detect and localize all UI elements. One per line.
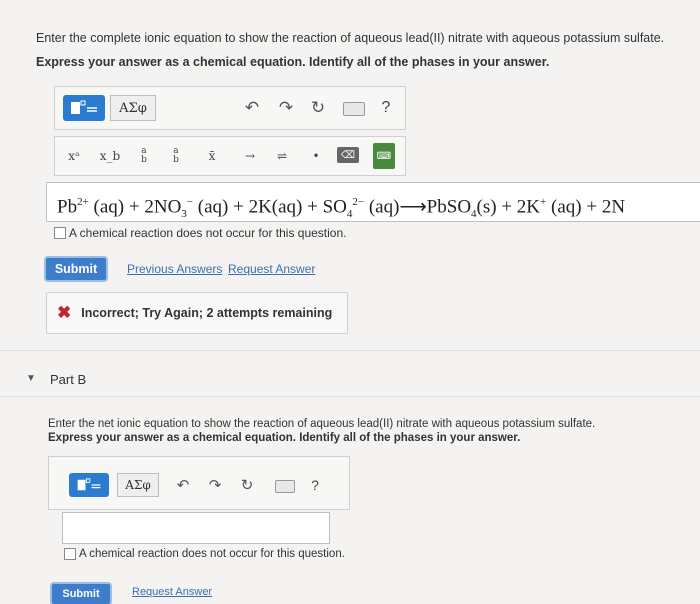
redo-icon[interactable]: ↷ bbox=[205, 475, 225, 495]
templates-icon[interactable] bbox=[69, 473, 109, 497]
greek-symbols-button[interactable]: ΑΣφ bbox=[110, 95, 156, 121]
delete-icon[interactable]: ⌫ bbox=[337, 147, 359, 163]
fraction-button[interactable]: ab bbox=[133, 143, 155, 169]
part-b-answer-field[interactable] bbox=[62, 512, 330, 544]
help-icon[interactable]: ? bbox=[307, 475, 323, 495]
no-reaction-label: A chemical reaction does not occur for t… bbox=[79, 548, 345, 560]
greek-symbols-button[interactable]: ΑΣφ bbox=[117, 473, 159, 497]
request-answer-link-b[interactable]: Request Answer bbox=[132, 586, 212, 598]
part-b-toolbar: ΑΣφ ↶ ↷ ↻ ? bbox=[48, 456, 350, 510]
previous-answers-link[interactable]: Previous Answers bbox=[127, 262, 222, 276]
collapse-chevron-icon[interactable]: ▼ bbox=[26, 373, 36, 384]
section-divider-2 bbox=[0, 396, 700, 397]
part-a-toolbar: ΑΣφ ↶ ↷ ↻ ? bbox=[54, 86, 406, 130]
arrow-button[interactable]: → bbox=[239, 145, 261, 167]
part-b-instruction: Express your answer as a chemical equati… bbox=[48, 432, 521, 444]
no-reaction-checkbox-b[interactable]: A chemical reaction does not occur for t… bbox=[64, 548, 345, 560]
symbol-palette: xᵃ x_b ab ab x̄ → ⇌ • ⌫ ⌨ bbox=[54, 136, 406, 176]
checkbox-box[interactable] bbox=[64, 548, 76, 560]
feedback-box: ✖ Incorrect; Try Again; 2 attempts remai… bbox=[46, 292, 348, 334]
keyboard-toggle-icon[interactable]: ⌨ bbox=[373, 143, 395, 169]
help-icon[interactable]: ? bbox=[377, 97, 395, 119]
equilibrium-button[interactable]: ⇌ bbox=[271, 145, 293, 167]
templates-icon[interactable] bbox=[63, 95, 105, 121]
keyboard-icon[interactable] bbox=[343, 102, 365, 116]
fraction-button-2[interactable]: ab bbox=[165, 143, 187, 169]
redo-icon[interactable]: ↷ bbox=[275, 97, 297, 119]
reset-icon[interactable]: ↻ bbox=[237, 475, 257, 495]
section-divider bbox=[0, 350, 700, 351]
part-a-answer-field[interactable]: Pb2+ (aq) + 2NO3− (aq) + 2K(aq) + SO42− … bbox=[46, 182, 700, 222]
checkbox-box[interactable] bbox=[54, 227, 66, 239]
submit-button[interactable]: Submit bbox=[46, 258, 106, 280]
part-a-instruction: Express your answer as a chemical equati… bbox=[36, 55, 550, 69]
xbar-button[interactable]: x̄ bbox=[201, 145, 223, 167]
keyboard-icon[interactable] bbox=[275, 480, 295, 493]
superscript-button[interactable]: xᵃ bbox=[63, 145, 85, 167]
undo-icon[interactable]: ↶ bbox=[173, 475, 193, 495]
feedback-text: Incorrect; Try Again; 2 attempts remaini… bbox=[81, 306, 333, 320]
subscript-button[interactable]: x_b bbox=[99, 145, 121, 167]
submit-button-b[interactable]: Submit bbox=[52, 584, 110, 604]
part-b-title[interactable]: Part B bbox=[50, 372, 86, 387]
no-reaction-label: A chemical reaction does not occur for t… bbox=[69, 226, 347, 240]
error-icon: ✖ bbox=[57, 303, 72, 322]
reset-icon[interactable]: ↻ bbox=[307, 97, 329, 119]
request-answer-link[interactable]: Request Answer bbox=[228, 262, 315, 276]
undo-icon[interactable]: ↶ bbox=[241, 97, 263, 119]
part-b-prompt: Enter the net ionic equation to show the… bbox=[48, 418, 596, 430]
no-reaction-checkbox[interactable]: A chemical reaction does not occur for t… bbox=[54, 226, 346, 240]
dot-button[interactable]: • bbox=[305, 145, 327, 167]
part-a-prompt: Enter the complete ionic equation to sho… bbox=[36, 31, 665, 45]
